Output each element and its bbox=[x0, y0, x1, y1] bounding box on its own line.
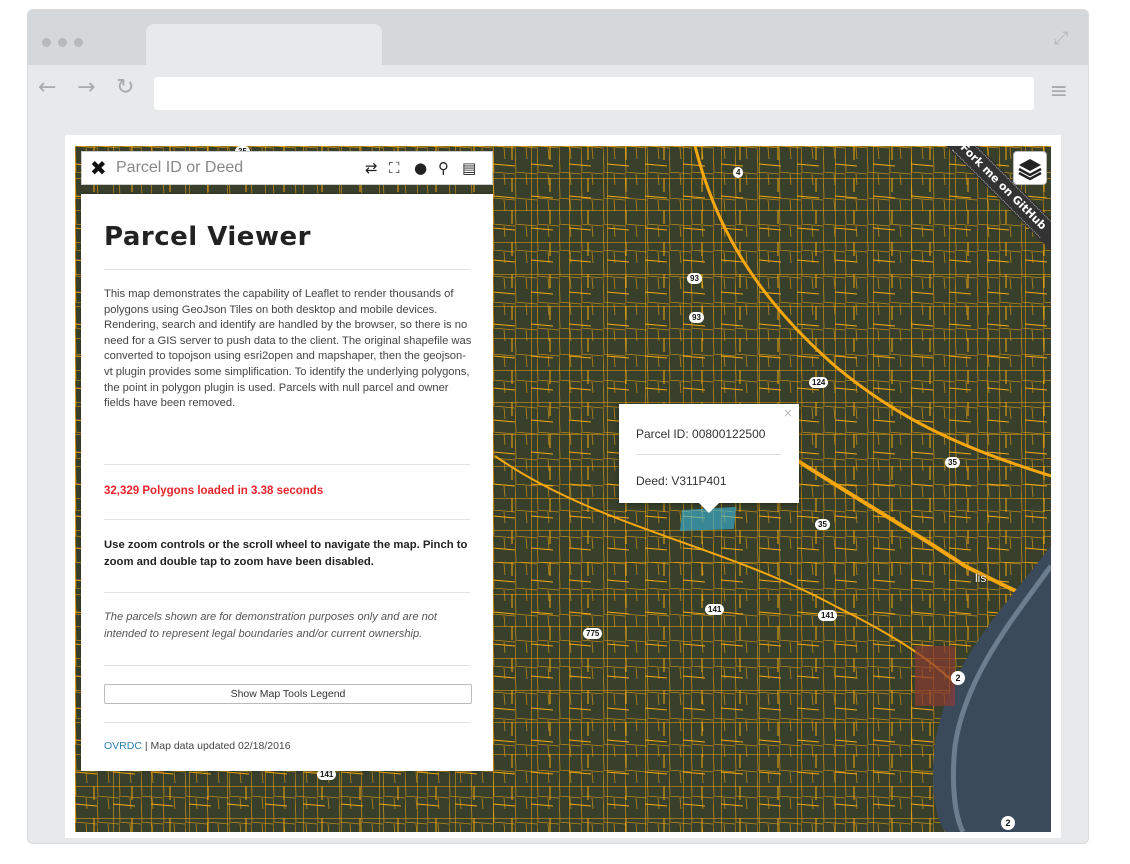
route-shield: 141 bbox=[705, 604, 725, 615]
search-bar: ✖ ⇄ ⛶ ● ⚲ ▤ bbox=[81, 151, 493, 185]
fullscreen-icon[interactable]: ⛶ bbox=[389, 159, 400, 177]
zoom-help-text: Use zoom controls or the scroll wheel to… bbox=[104, 539, 468, 568]
arrow-left-icon[interactable]: ← bbox=[38, 75, 56, 100]
browser-tab[interactable] bbox=[146, 24, 382, 66]
layers-icon bbox=[1018, 159, 1042, 181]
popup-deed: Deed: V311P401 bbox=[636, 474, 727, 488]
popup-divider bbox=[636, 454, 781, 455]
reload-icon[interactable]: ↻ bbox=[116, 75, 134, 100]
divider bbox=[104, 722, 470, 723]
route-shield: 124 bbox=[809, 377, 829, 388]
map-canvas[interactable]: 4 93 93 124 35 35 141 141 775 141 35 2 2… bbox=[75, 146, 1051, 832]
route-shield: 775 bbox=[583, 628, 603, 639]
popup-parcel-id: Parcel ID: 00800122500 bbox=[636, 427, 766, 441]
map-updated-text: | Map data updated 02/18/2016 bbox=[141, 740, 291, 752]
city-label: lis bbox=[975, 571, 987, 585]
arrow-right-icon[interactable]: → bbox=[77, 75, 95, 100]
window-zoom-dot[interactable] bbox=[74, 38, 83, 47]
route-shield: 2 bbox=[1001, 816, 1015, 830]
route-shield: 35 bbox=[945, 457, 960, 468]
map-marker-icon[interactable]: ⚲ bbox=[438, 159, 449, 177]
route-shield: 35 bbox=[815, 519, 830, 530]
ovrdc-link[interactable]: OVRDC bbox=[104, 740, 142, 752]
description-text: This map demonstrates the capability of … bbox=[104, 288, 472, 410]
browser-window: ⤢ ← → ↻ ≡ 4 93 93 124 35 35 141 141 775 … bbox=[27, 9, 1089, 844]
route-shield: 93 bbox=[687, 273, 702, 284]
sidebar-footer: OVRDC | Map data updated 02/18/2016 bbox=[104, 740, 291, 752]
sidebar-panel: Parcel Viewer This map demonstrates the … bbox=[81, 194, 493, 771]
route-shield: 2 bbox=[951, 671, 965, 685]
disclaimer-text: The parcels shown are for demonstration … bbox=[104, 611, 438, 640]
swap-icon[interactable]: ⇄ bbox=[365, 159, 378, 177]
page-title: Parcel Viewer bbox=[104, 222, 311, 252]
expand-icon[interactable]: ⤢ bbox=[1054, 28, 1074, 49]
layers-button[interactable] bbox=[1013, 151, 1047, 185]
window-close-dot[interactable] bbox=[42, 38, 51, 47]
divider bbox=[104, 665, 470, 666]
browser-toolbar: ← → ↻ ≡ bbox=[28, 65, 1088, 121]
hamburger-menu-icon[interactable]: ≡ bbox=[1050, 79, 1068, 104]
divider bbox=[104, 269, 470, 270]
divider bbox=[104, 464, 470, 465]
popup-close-button[interactable]: × bbox=[783, 406, 793, 420]
close-icon[interactable]: ✖ bbox=[90, 156, 107, 180]
address-bar[interactable] bbox=[154, 77, 1034, 110]
parcel-popup: × Parcel ID: 00800122500 Deed: V311P401 bbox=[619, 404, 799, 513]
load-status: 32,329 Polygons loaded in 3.38 seconds bbox=[104, 485, 324, 497]
popup-tip bbox=[699, 503, 719, 513]
route-shield: 141 bbox=[818, 610, 838, 621]
print-icon[interactable]: ▤ bbox=[462, 159, 476, 177]
route-shield: 93 bbox=[689, 312, 704, 323]
window-minimize-dot[interactable] bbox=[58, 38, 67, 47]
page-content: 4 93 93 124 35 35 141 141 775 141 35 2 2… bbox=[65, 135, 1061, 838]
divider bbox=[104, 519, 470, 520]
browser-titlebar: ⤢ bbox=[28, 10, 1088, 66]
divider bbox=[104, 592, 470, 593]
globe-icon[interactable]: ● bbox=[414, 159, 427, 177]
search-input[interactable] bbox=[114, 158, 318, 178]
show-legend-button[interactable]: Show Map Tools Legend bbox=[104, 684, 472, 704]
